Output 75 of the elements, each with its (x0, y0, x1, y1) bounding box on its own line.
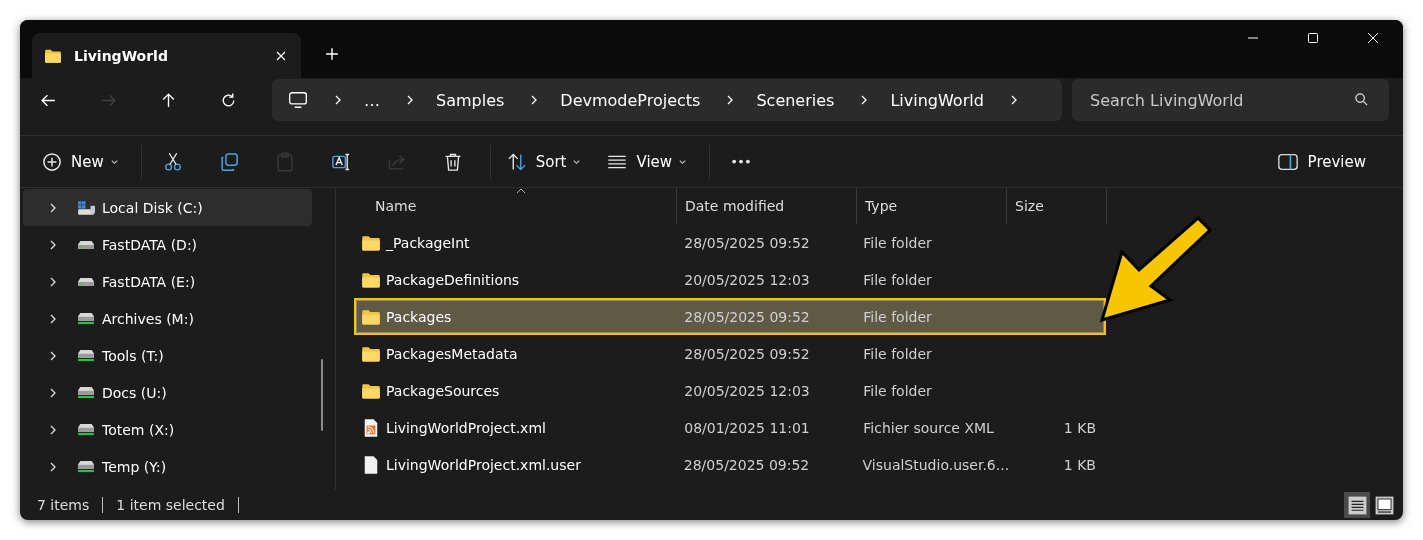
file-row[interactable]: LivingWorldProject.xml.user 28/05/2025 09:52 VisualStudio.user.6... 1 KB (354, 446, 1106, 483)
sidebar-item[interactable]: FastDATA (E:) (23, 263, 312, 300)
sidebar-item[interactable]: FastDATA (D:) (23, 226, 312, 263)
drive-icon (77, 239, 95, 250)
drive-icon (77, 386, 95, 399)
file-name[interactable]: Packages (386, 308, 452, 325)
breadcrumb-item[interactable]: Samples (436, 90, 505, 110)
close-icon[interactable] (275, 49, 287, 62)
file-name[interactable]: PackageDefinitions (386, 271, 520, 288)
search-icon (1354, 92, 1369, 107)
status-text: 7 items (37, 497, 90, 513)
column-header[interactable]: Type (857, 188, 1007, 224)
status-text: 1 item selected (116, 497, 225, 513)
type-cell-text: File folder (862, 382, 933, 399)
drive-icon (77, 312, 95, 325)
type-cell-text: File folder (862, 271, 933, 288)
new-button[interactable]: New (34, 143, 127, 180)
breadcrumb-item[interactable]: … (364, 90, 380, 110)
file-row[interactable]: LivingWorldProject.xml 08/01/2025 11:01 Fichier source XML 1 KB (354, 409, 1106, 446)
column-header[interactable]: Name (355, 188, 677, 224)
file-name[interactable]: LivingWorldProject.xml.user (386, 456, 581, 473)
file-name[interactable]: _PackageInt (386, 234, 470, 251)
drive-icon (77, 349, 95, 362)
caret-icon (109, 157, 119, 166)
sidebar-item[interactable]: Local Disk (C:) (23, 189, 312, 226)
sidebar-item[interactable]: Docs (U:) (23, 374, 312, 411)
caret-icon (678, 157, 688, 166)
drive-icon (77, 460, 95, 473)
monitor-icon (288, 91, 308, 109)
address-bar[interactable]: … Samples DevmodeProjects Sceneries LivingWorld (272, 79, 1062, 121)
breadcrumb-item[interactable]: DevmodeProjects (560, 90, 701, 110)
file-name[interactable]: PackageSources (386, 382, 500, 399)
system-drive-icon (77, 200, 95, 215)
type-cell-text: Fichier source XML (862, 419, 995, 436)
view-button[interactable]: View (599, 143, 696, 180)
file-row[interactable]: PackageSources 20/05/2025 12:03 File folder (354, 372, 1106, 409)
caret-icon (572, 157, 582, 166)
date-cell-text: 28/05/2025 09:52 (683, 308, 811, 325)
sidebar-item[interactable]: Totem (X:) (23, 411, 312, 448)
type-cell-text: File folder (862, 308, 933, 325)
date-cell-text: 28/05/2025 09:52 (683, 345, 811, 362)
tile-icon (1374, 495, 1394, 515)
breadcrumb-item[interactable]: Sceneries (756, 90, 835, 110)
type-cell-text: File folder (862, 345, 933, 362)
size-cell-text: 1 KB (1062, 419, 1097, 436)
search-field[interactable]: Search LivingWorld (1072, 79, 1389, 121)
column-header[interactable]: Size (1007, 188, 1107, 224)
add-tab-icon[interactable] (325, 46, 339, 61)
selected-row[interactable]: Packages 28/05/2025 09:52 File folder (354, 298, 1106, 335)
preview-button[interactable]: Preview (1263, 143, 1379, 180)
drive-icon (77, 423, 95, 436)
file-row[interactable]: PackagesMetadata 28/05/2025 09:52 File folder (354, 335, 1106, 372)
sort-caret-icon (515, 188, 526, 194)
window-tab[interactable]: LivingWorld (32, 33, 301, 78)
date-cell-text: 28/05/2025 09:52 (682, 456, 811, 473)
type-cell-text: File folder (862, 234, 933, 251)
date-cell-text: 28/05/2025 09:52 (683, 234, 811, 251)
details-view-button[interactable] (1344, 492, 1370, 518)
sort-button[interactable]: Sort (498, 143, 590, 180)
file-row[interactable]: PackageDefinitions 20/05/2025 12:03 File folder (354, 261, 1106, 298)
sidebar-item[interactable]: Temp (Y:) (23, 448, 312, 485)
date-cell-text: 08/01/2025 11:01 (683, 419, 811, 436)
file-row[interactable]: _PackageInt 28/05/2025 09:52 File folder (354, 224, 1106, 261)
column-header[interactable]: Date modified (677, 188, 857, 224)
file-name[interactable]: PackagesMetadata (386, 345, 518, 362)
file-name[interactable]: LivingWorldProject.xml (386, 419, 546, 436)
scrollbar-thumb[interactable] (321, 359, 323, 431)
sidebar-item[interactable]: Archives (M:) (23, 300, 312, 337)
date-cell-text: 20/05/2025 12:03 (683, 382, 811, 399)
list-icon (1347, 495, 1367, 515)
panel-icon (1276, 151, 1299, 172)
date-cell-text: 20/05/2025 12:03 (683, 271, 811, 288)
sidebar-item[interactable]: Tools (T:) (23, 337, 312, 374)
drive-icon (77, 276, 95, 287)
breadcrumb-item[interactable]: LivingWorld (890, 90, 984, 110)
